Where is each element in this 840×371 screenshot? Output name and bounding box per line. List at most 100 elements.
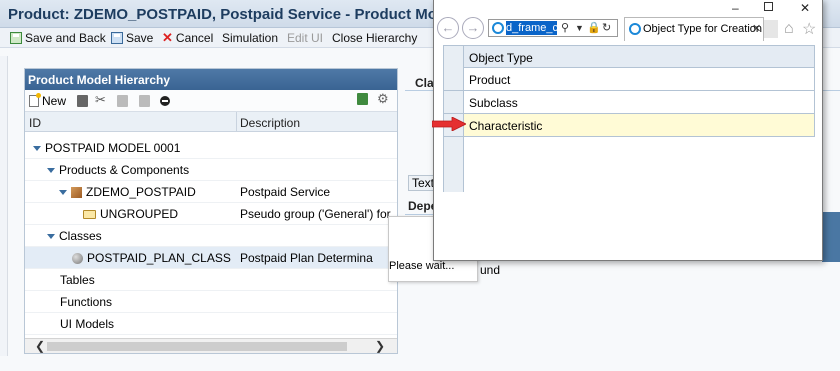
tree-row-ungrouped[interactable]: UNGROUPED Pseudo group ('General') for <box>25 203 397 225</box>
save-and-back-icon <box>10 32 22 44</box>
expand-triangle-icon[interactable] <box>59 189 67 195</box>
new-document-icon <box>29 93 41 107</box>
tree-row-products-components[interactable]: Products & Components <box>25 159 397 181</box>
row-selector-cell[interactable] <box>444 68 464 90</box>
object-type-option-label: Product <box>469 73 511 87</box>
search-icon[interactable]: ⚲ <box>561 21 569 34</box>
window-title: Product: ZDEMO_POSTPAID, Postpaid Servic… <box>8 6 459 23</box>
tree-row-id: Classes <box>59 229 102 243</box>
close-hierarchy-button[interactable]: Close Hierarchy <box>332 30 417 46</box>
please-wait-text: Please wait... <box>389 260 455 272</box>
export-excel-icon[interactable] <box>357 93 368 105</box>
hierarchy-panel: Product Model Hierarchy New ✂ ⚙ ID Descr… <box>24 68 398 354</box>
tree-row-description: Pseudo group ('General') for <box>240 207 391 221</box>
object-type-option-product[interactable]: Product <box>443 68 815 91</box>
save-label: Save <box>126 31 154 45</box>
scroll-right-icon[interactable]: ❯ <box>375 339 385 354</box>
cut-icon[interactable]: ✂ <box>95 92 106 108</box>
background-text: und <box>480 263 501 277</box>
expand-triangle-icon[interactable] <box>47 167 55 173</box>
hierarchy-column-header: ID Description <box>25 112 397 132</box>
row-selector-cell[interactable] <box>444 91 464 113</box>
tree-row-id: POSTPAID MODEL 0001 <box>45 141 181 155</box>
cancel-button[interactable]: ✕ Cancel <box>162 30 213 46</box>
object-type-option-characteristic[interactable]: Characteristic <box>443 114 815 137</box>
object-type-option-subclass[interactable]: Subclass <box>443 91 815 114</box>
tab-close-icon[interactable]: ✕ <box>752 22 761 35</box>
col-description-header[interactable]: Description <box>240 116 300 130</box>
delete-icon[interactable] <box>77 95 88 107</box>
tree-row-zdemo-postpaid[interactable]: ZDEMO_POSTPAID Postpaid Service <box>25 181 397 203</box>
tree-row-id: UNGROUPED <box>100 207 179 221</box>
ie-logo-icon <box>492 22 504 34</box>
dropdown-chevron-icon[interactable]: ▼ <box>575 23 584 33</box>
forward-arrow-icon[interactable]: → <box>462 17 484 39</box>
new-tab-area[interactable] <box>764 20 778 38</box>
simulation-button[interactable]: Simulation <box>222 30 278 46</box>
column-divider[interactable] <box>236 112 237 132</box>
hierarchy-toolbar: New ✂ ⚙ <box>25 90 397 112</box>
tree-row-id: POSTPAID_PLAN_CLASS <box>87 251 231 265</box>
edit-ui-label: Edit UI <box>287 31 324 45</box>
tree-row-description: Postpaid Service <box>240 185 331 199</box>
browser-tab-title: Object Type for Creation <box>643 23 763 35</box>
popup-title-bar: – ✕ <box>434 0 822 15</box>
object-type-option-label: Characteristic <box>469 119 543 133</box>
cancel-icon: ✕ <box>162 30 173 45</box>
tree-row-functions[interactable]: Functions <box>25 291 397 313</box>
save-icon <box>111 32 123 44</box>
select-all-cell[interactable] <box>444 46 464 68</box>
product-cube-icon <box>71 186 82 198</box>
tree-row-id: Functions <box>60 295 113 309</box>
paste-icon[interactable] <box>139 95 150 107</box>
right-section-label: Cla <box>415 76 434 90</box>
object-type-header: Object Type <box>469 51 533 65</box>
lock-icon: 🔒 <box>587 22 601 34</box>
folder-icon <box>83 209 96 219</box>
collapse-icon[interactable] <box>160 96 170 106</box>
tree-row-id: UI Models <box>60 317 115 331</box>
save-button[interactable]: Save <box>111 30 153 46</box>
tree-row-ui-models[interactable]: UI Models <box>25 313 397 335</box>
cancel-label: Cancel <box>175 31 214 45</box>
left-frame-edge <box>0 56 8 356</box>
ie-logo-icon <box>629 23 641 35</box>
tree-row-classes[interactable]: Classes <box>25 225 397 247</box>
scrollbar-thumb[interactable] <box>47 342 347 351</box>
refresh-icon[interactable]: ↻ <box>602 21 611 34</box>
save-and-back-button[interactable]: Save and Back <box>10 30 106 46</box>
maximize-icon[interactable] <box>764 2 773 11</box>
tree-row-postpaid-plan-class[interactable]: POSTPAID_PLAN_CLASS Postpaid Plan Determ… <box>25 247 397 269</box>
settings-wrench-icon[interactable]: ⚙ <box>377 91 389 107</box>
tree-row-id: Tables <box>60 273 95 287</box>
horizontal-scrollbar[interactable]: ❮ ❯ <box>25 338 397 353</box>
hierarchy-panel-title: Product Model Hierarchy <box>25 69 397 90</box>
new-button[interactable]: New <box>29 93 66 108</box>
col-id-header[interactable]: ID <box>29 116 41 130</box>
browser-tab[interactable]: Object Type for Creation ✕ <box>624 17 764 41</box>
home-icon[interactable]: ⌂ <box>784 20 794 38</box>
browser-navigation-bar: ← → d_frame_cach ⚲ ▼ 🔒 ↻ Object Type for… <box>434 14 822 42</box>
simulation-label: Simulation <box>222 31 279 45</box>
expand-triangle-icon[interactable] <box>47 233 55 239</box>
tree-row-model[interactable]: POSTPAID MODEL 0001 <box>25 137 397 159</box>
tree-row-tables[interactable]: Tables <box>25 269 397 291</box>
address-bar[interactable]: d_frame_cach ⚲ ▼ 🔒 ↻ <box>488 19 618 37</box>
close-icon[interactable]: ✕ <box>800 1 810 15</box>
favorites-star-icon[interactable]: ☆ <box>802 19 816 39</box>
minimize-icon[interactable]: – <box>732 1 739 15</box>
address-selected-text[interactable]: d_frame_cach <box>506 21 557 35</box>
expand-triangle-icon[interactable] <box>33 145 41 151</box>
edit-ui-button[interactable]: Edit UI <box>287 30 323 46</box>
side-scroll-bar[interactable] <box>822 212 840 262</box>
save-and-back-label: Save and Back <box>25 31 106 45</box>
copy-icon[interactable] <box>117 95 128 107</box>
scroll-left-icon[interactable]: ❮ <box>35 339 45 354</box>
tree-row-id: Products & Components <box>59 163 190 177</box>
close-hierarchy-label: Close Hierarchy <box>332 31 418 45</box>
red-pointer-arrow-icon <box>432 117 466 131</box>
back-arrow-icon[interactable]: ← <box>437 17 459 39</box>
object-type-popup-window: – ✕ ← → d_frame_cach ⚲ ▼ 🔒 ↻ Object Type… <box>433 0 823 261</box>
class-ball-icon <box>72 252 83 264</box>
tree-row-description: Postpaid Plan Determina <box>240 251 373 265</box>
